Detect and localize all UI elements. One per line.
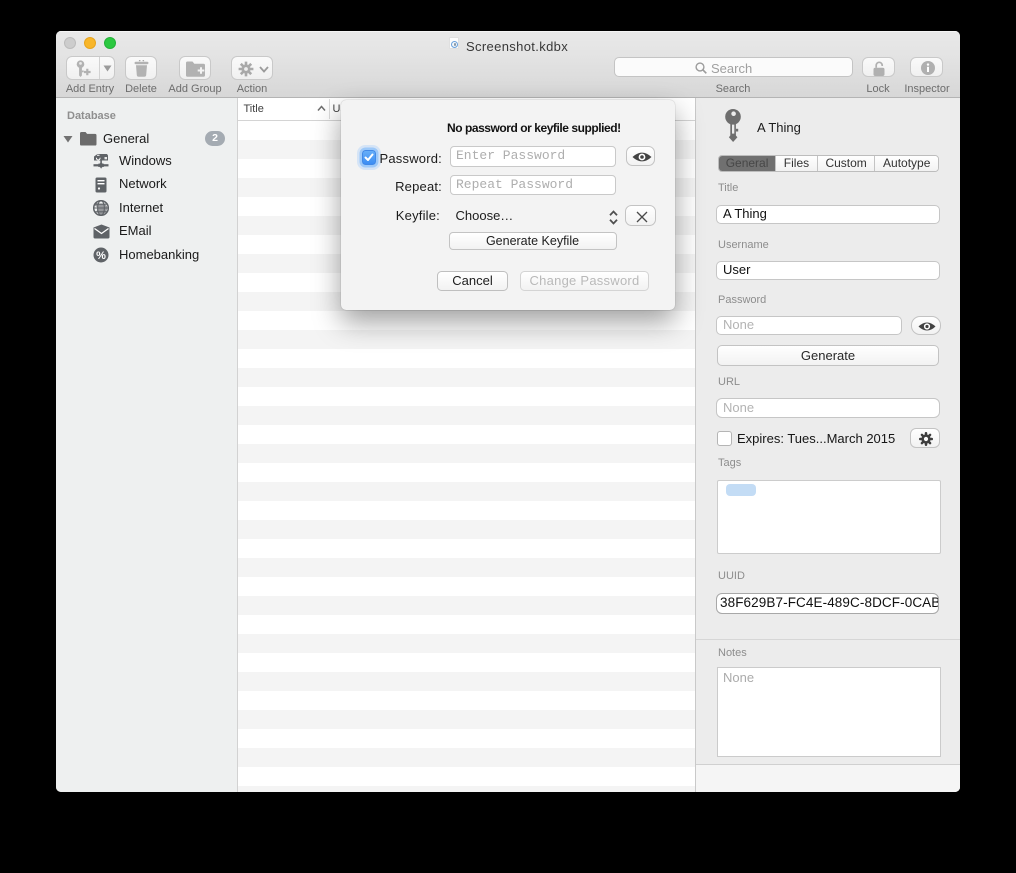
svg-text:%: % [96,250,106,262]
